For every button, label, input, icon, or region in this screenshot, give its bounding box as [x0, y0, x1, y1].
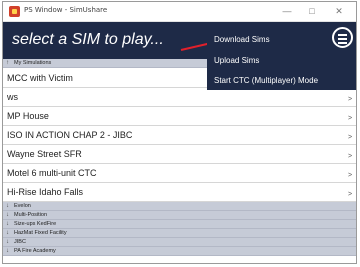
section-label: JIBC — [14, 239, 26, 245]
hamburger-menu-icon[interactable] — [332, 27, 353, 48]
section-label: PA Fire Academy — [14, 248, 56, 254]
section-label: HazMat Fixed Facility — [14, 230, 67, 236]
sim-name: Wayne Street SFR — [7, 149, 82, 159]
title-bar: PS Window - SimUshare — □ ✕ — [3, 2, 356, 22]
section-label: My Simulations — [14, 60, 52, 66]
expand-caret-icon: ↓ — [6, 239, 9, 245]
list-item[interactable]: Wayne Street SFR > — [3, 145, 356, 164]
expand-caret-icon: ↓ — [6, 221, 9, 227]
chevron-right-icon: > — [348, 172, 353, 179]
page-title: select a SIM to play... — [12, 31, 164, 48]
list-item[interactable]: MP House > — [3, 107, 356, 126]
chevron-right-icon: > — [348, 191, 353, 198]
list-item[interactable]: ISO IN ACTION CHAP 2 - JIBC > — [3, 126, 356, 145]
sim-name: Motel 6 multi-unit CTC — [7, 168, 97, 178]
sim-name: MP House — [7, 111, 49, 121]
app-icon — [9, 6, 20, 17]
section-pa-fire-academy[interactable]: ↓ PA Fire Academy — [3, 247, 356, 256]
section-label: Multi-Position — [14, 212, 48, 218]
sim-name: Hi-Rise Idaho Falls — [7, 187, 84, 197]
list-item[interactable]: ws > — [3, 88, 356, 107]
minimize-button[interactable]: — — [276, 4, 298, 19]
sim-name: ws — [7, 92, 18, 102]
expand-caret-icon: ↓ — [6, 203, 9, 209]
expand-caret-icon: ↓ — [6, 212, 9, 218]
list-item[interactable]: Hi-Rise Idaho Falls > — [3, 183, 356, 202]
chevron-right-icon: > — [348, 153, 353, 160]
collapse-caret-icon: ↑ — [6, 60, 9, 66]
section-evelon[interactable]: ↓ Evelon — [3, 202, 356, 211]
section-label: Evelon — [14, 203, 31, 209]
section-multi-position[interactable]: ↓ Multi-Position — [3, 211, 356, 220]
section-hazmat[interactable]: ↓ HazMat Fixed Facility — [3, 229, 356, 238]
close-button[interactable]: ✕ — [328, 4, 350, 19]
sim-name: MCC with Victim — [7, 73, 73, 83]
chevron-right-icon: > — [348, 96, 353, 103]
chevron-right-icon: > — [348, 115, 353, 122]
expand-caret-icon: ↓ — [6, 248, 9, 254]
menu-item-download-sims[interactable]: Download Sims — [214, 35, 270, 44]
list-item[interactable]: Motel 6 multi-unit CTC > — [3, 164, 356, 183]
maximize-button[interactable]: □ — [301, 4, 323, 19]
chevron-right-icon: > — [348, 134, 353, 141]
section-size-ups[interactable]: ↓ Size-ups KedFire — [3, 220, 356, 229]
section-jibc[interactable]: ↓ JIBC — [3, 238, 356, 247]
menu-item-start-ctc-mode[interactable]: Start CTC (Multiplayer) Mode — [214, 76, 318, 85]
sim-name: ISO IN ACTION CHAP 2 - JIBC — [7, 130, 133, 140]
menu-item-upload-sims[interactable]: Upload Sims — [214, 56, 259, 65]
app-window: PS Window - SimUshare — □ ✕ select a SIM… — [2, 1, 357, 264]
window-title: PS Window - SimUshare — [24, 6, 108, 14]
section-label: Size-ups KedFire — [14, 221, 57, 227]
expand-caret-icon: ↓ — [6, 230, 9, 236]
